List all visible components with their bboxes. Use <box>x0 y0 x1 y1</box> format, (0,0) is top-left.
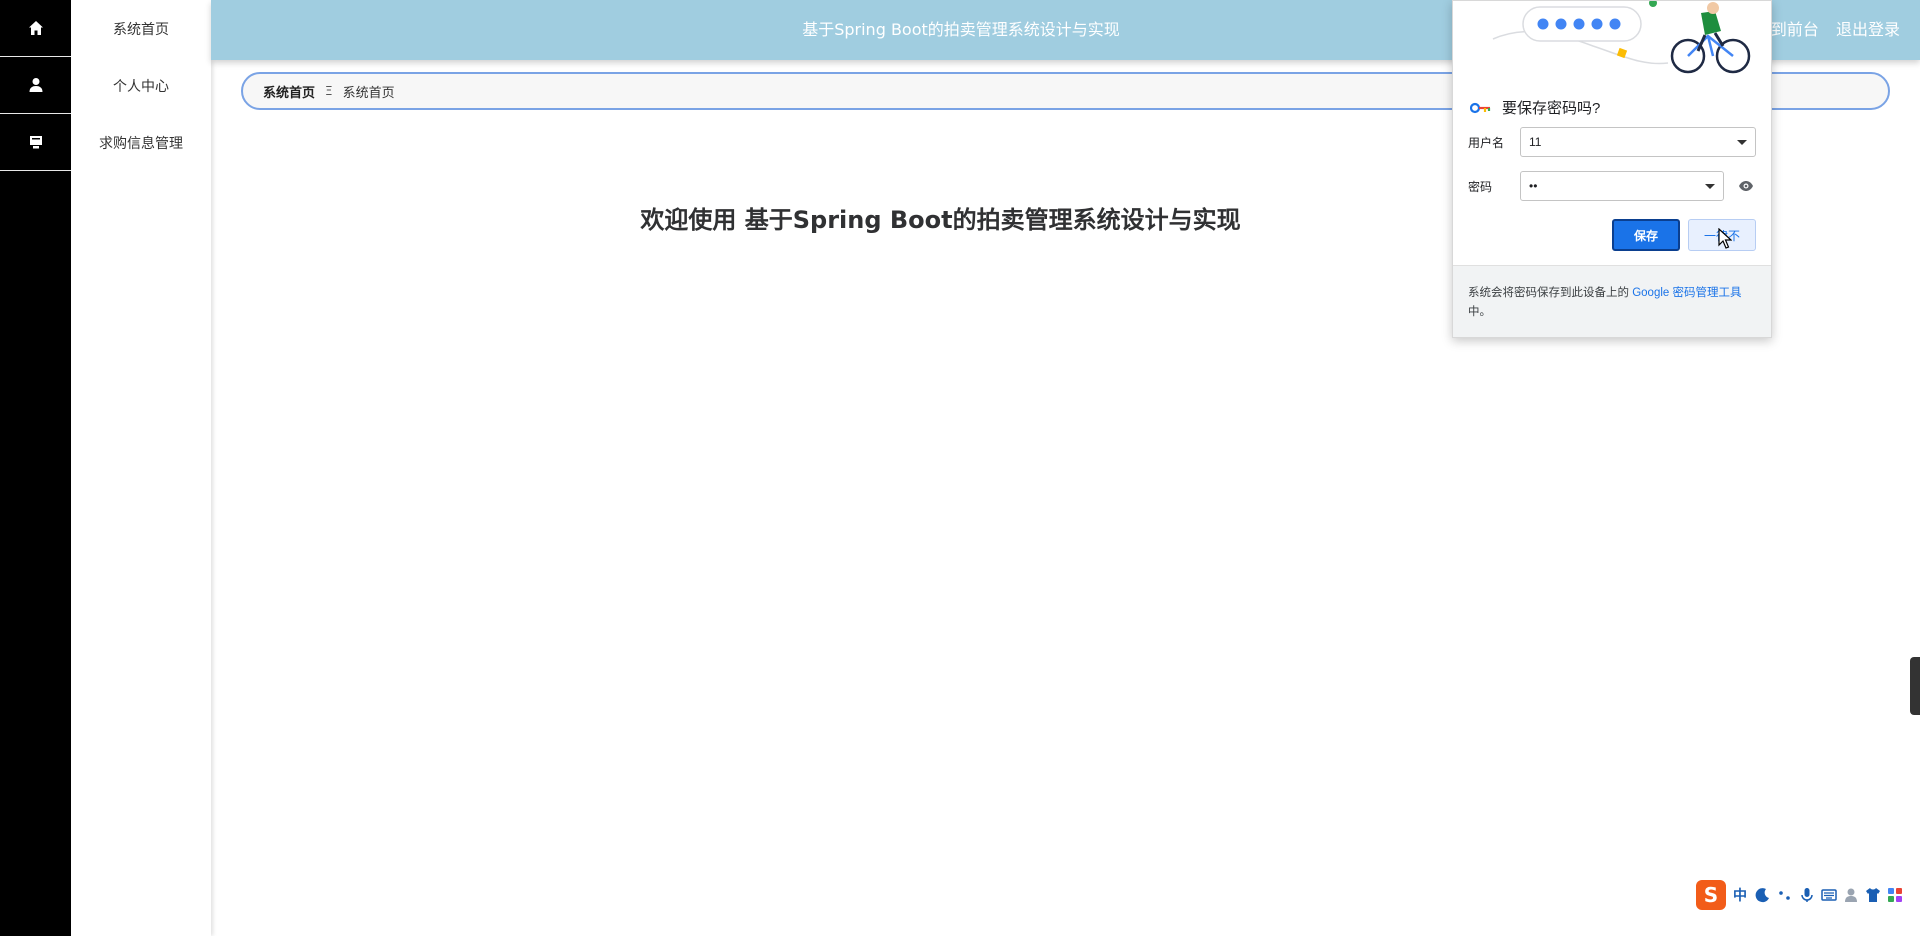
password-select[interactable]: •• <box>1520 171 1724 201</box>
shirt-icon[interactable] <box>1864 886 1882 904</box>
home-icon <box>28 21 43 35</box>
header-links: 到前台 退出登录 <box>1759 0 1900 60</box>
rail-item-home[interactable] <box>0 0 71 57</box>
password-label: 密码 <box>1468 179 1493 194</box>
username-value: 11 <box>1529 135 1542 149</box>
password-value: •• <box>1529 179 1538 193</box>
side-menu: 系统首页 个人中心 求购信息管理 <box>71 0 211 936</box>
password-illustration-image <box>1492 1 1751 74</box>
user-icon <box>29 78 42 92</box>
ime-toolbar: S 中 <box>1696 880 1920 910</box>
breadcrumb-separator: Ξ <box>325 84 333 98</box>
username-select[interactable]: 11 <box>1520 127 1756 157</box>
microphone-icon[interactable] <box>1798 886 1816 904</box>
password-row: 密码 •• <box>1468 171 1754 201</box>
password-popup-footer: 系统会将密码保存到此设备上的 Google 密码管理工具中。 <box>1453 265 1771 337</box>
breadcrumb-current: 系统首页 <box>342 85 395 101</box>
edge-panel-handle[interactable] <box>1910 657 1920 715</box>
menu-item-home[interactable]: 系统首页 <box>71 0 211 57</box>
rail-item-inbox[interactable] <box>0 114 71 171</box>
google-password-manager-link[interactable]: Google 密码管理工具 <box>1632 287 1741 299</box>
logout-link[interactable]: 退出登录 <box>1836 20 1900 39</box>
username-label: 用户名 <box>1468 135 1505 150</box>
username-row: 用户名 11 <box>1468 127 1756 157</box>
menu-item-purchase-requests[interactable]: 求购信息管理 <box>71 114 211 171</box>
inbox-icon <box>29 136 42 149</box>
password-save-popup: 要保存密码吗? 用户名 11 密码 •• 保存 一律不 系统会将密码保存到此设备… <box>1452 0 1772 338</box>
welcome-text: 欢迎使用 基于Spring Boot的拍卖管理系统设计与实现 <box>640 206 1241 234</box>
password-title-row: 要保存密码吗? <box>1470 97 1600 118</box>
rail-item-user[interactable] <box>0 57 71 114</box>
person-icon[interactable] <box>1842 886 1860 904</box>
punctuation-icon[interactable] <box>1776 886 1794 904</box>
keyboard-icon[interactable] <box>1820 886 1838 904</box>
chevron-down-icon <box>1737 139 1747 145</box>
ime-mode-toggle[interactable]: 中 <box>1730 885 1750 905</box>
ime-logo[interactable]: S <box>1696 880 1726 910</box>
icon-rail <box>0 0 71 936</box>
moon-icon[interactable] <box>1754 886 1772 904</box>
mouse-cursor-icon <box>1718 228 1732 249</box>
menu-item-profile[interactable]: 个人中心 <box>71 57 211 114</box>
footer-prefix: 系统会将密码保存到此设备上的 <box>1468 287 1633 299</box>
password-popup-title: 要保存密码吗? <box>1502 100 1601 117</box>
footer-suffix: 中。 <box>1468 306 1491 318</box>
grid-icon[interactable] <box>1886 886 1904 904</box>
eye-icon[interactable] <box>1738 180 1754 192</box>
password-buttons: 保存 一律不 <box>1612 219 1756 251</box>
key-icon <box>1470 102 1491 113</box>
front-link[interactable]: 到前台 <box>1771 20 1819 39</box>
password-illustration <box>1453 1 1771 89</box>
save-password-button[interactable]: 保存 <box>1612 219 1680 251</box>
chevron-down-icon <box>1705 183 1715 189</box>
breadcrumb-root[interactable]: 系统首页 <box>263 82 315 101</box>
